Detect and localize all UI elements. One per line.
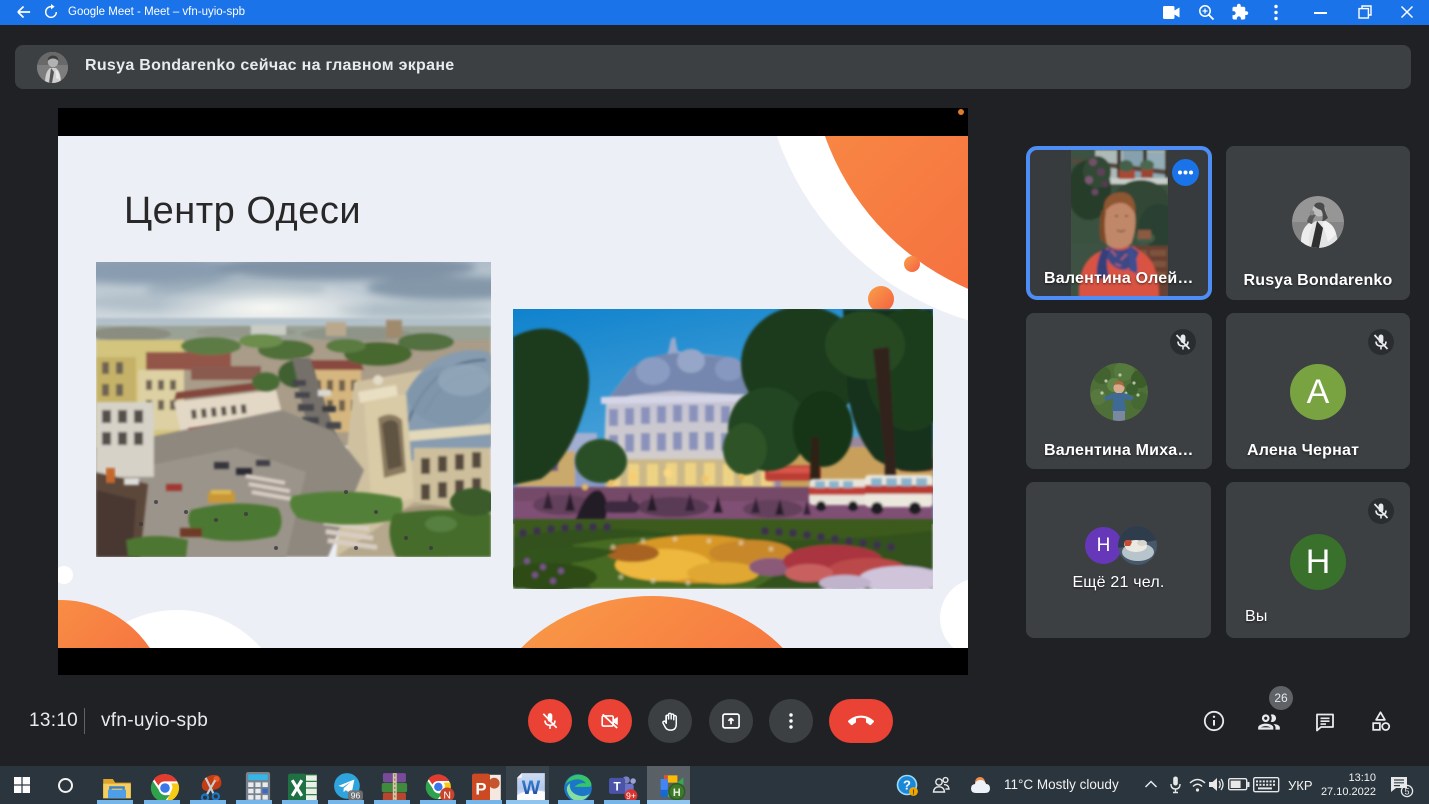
svg-text:T: T — [613, 780, 621, 793]
svg-text:H: H — [673, 787, 681, 799]
svg-text:P: P — [475, 780, 486, 799]
svg-text:W: W — [522, 777, 541, 799]
svg-text:!: ! — [912, 787, 915, 796]
svg-text:96: 96 — [351, 790, 361, 800]
svg-text:5: 5 — [1404, 786, 1409, 796]
